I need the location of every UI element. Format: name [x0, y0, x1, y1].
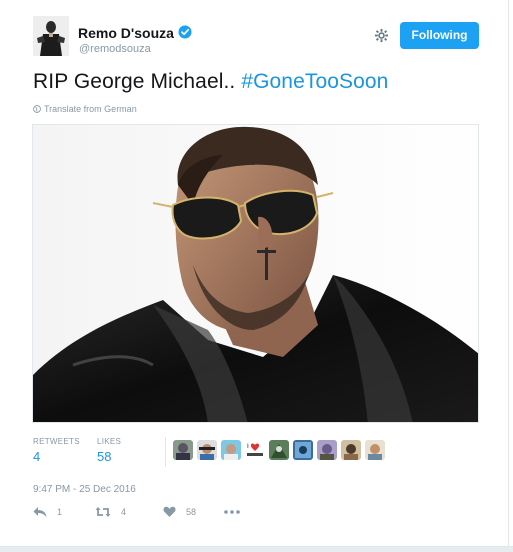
- more-button[interactable]: [224, 510, 240, 514]
- liker-avatar[interactable]: [173, 440, 193, 460]
- retweets-stat[interactable]: RETWEETS 4: [33, 437, 80, 464]
- hashtag-link[interactable]: #GoneTooSoon: [241, 70, 388, 93]
- tweet-photo[interactable]: [32, 124, 479, 423]
- liker-avatar[interactable]: [365, 440, 385, 460]
- reply-count: 1: [57, 507, 63, 517]
- verified-badge-icon: [178, 25, 192, 39]
- likes-label: LIKES: [97, 437, 122, 446]
- retweets-label: RETWEETS: [33, 437, 80, 446]
- reply-button[interactable]: 1: [33, 506, 62, 518]
- gear-icon[interactable]: [374, 28, 389, 43]
- translate-link[interactable]: Translate from German: [33, 104, 137, 114]
- retweet-button[interactable]: 4: [95, 506, 126, 518]
- liker-avatar[interactable]: [269, 440, 289, 460]
- user-name[interactable]: Remo D'souza: [78, 25, 174, 41]
- tweet-text: RIP George Michael.. #GoneTooSoon: [33, 70, 388, 94]
- like-count: 58: [186, 507, 197, 517]
- tweet-body: RIP George Michael..: [33, 70, 242, 93]
- liker-avatar[interactable]: [293, 440, 313, 460]
- svg-text:I: I: [247, 443, 249, 450]
- liker-avatar[interactable]: [221, 440, 241, 460]
- likers-list: I: [173, 440, 385, 460]
- likes-stat[interactable]: LIKES 58: [97, 437, 121, 464]
- like-button[interactable]: 58: [163, 506, 196, 518]
- user-handle[interactable]: @remodsouza: [79, 43, 151, 55]
- liker-avatar[interactable]: [341, 440, 361, 460]
- liker-avatar[interactable]: [317, 440, 337, 460]
- tweet-card: Remo D'souza @remodsouza Following RIP G…: [0, 0, 513, 552]
- more-icon: [224, 510, 240, 514]
- retweets-count[interactable]: 4: [33, 449, 80, 464]
- stats-divider: [165, 437, 166, 467]
- likes-count[interactable]: 58: [97, 449, 121, 464]
- card-footer-strip: [0, 546, 513, 552]
- liker-avatar[interactable]: [197, 440, 217, 460]
- translate-label: Translate from German: [44, 104, 137, 114]
- tweet-timestamp[interactable]: 9:47 PM - 25 Dec 2016: [33, 484, 136, 495]
- reply-icon: [33, 507, 47, 517]
- heart-icon: [163, 506, 176, 517]
- retweet-icon: [95, 507, 111, 517]
- globe-icon: [33, 105, 41, 113]
- avatar[interactable]: [33, 16, 69, 56]
- liker-avatar[interactable]: I: [245, 440, 265, 460]
- card-border: [508, 0, 509, 552]
- retweet-count: 4: [121, 507, 127, 517]
- following-button[interactable]: Following: [400, 22, 479, 49]
